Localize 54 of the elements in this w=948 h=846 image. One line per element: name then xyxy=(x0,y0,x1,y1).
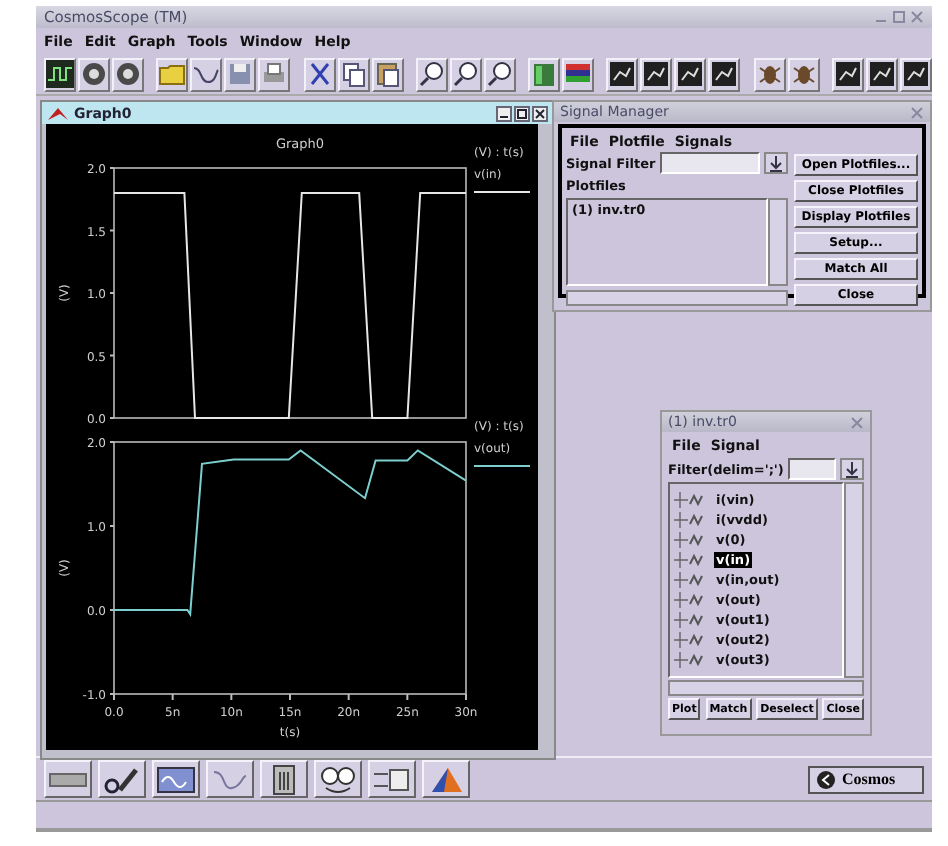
tick-mark xyxy=(289,693,291,701)
calculator-icon[interactable] xyxy=(260,760,308,798)
vertical-scrollbar[interactable] xyxy=(768,198,788,286)
tick-mark xyxy=(109,354,115,357)
dark-chart-icon[interactable] xyxy=(606,57,639,91)
horizontal-scrollbar[interactable] xyxy=(668,680,864,696)
color-bars-icon[interactable] xyxy=(562,57,595,91)
scissors-icon[interactable] xyxy=(303,57,336,91)
zoom-out-icon[interactable] xyxy=(483,57,516,91)
folder-icon[interactable] xyxy=(156,57,189,91)
printer-icon[interactable] xyxy=(258,57,291,91)
dropdown-arrow-icon[interactable] xyxy=(840,458,864,480)
tick-mark xyxy=(109,167,115,169)
dark-chart-icon[interactable] xyxy=(865,57,898,91)
curve-icon[interactable] xyxy=(190,57,223,91)
tick-mark xyxy=(109,609,115,611)
tick-mark xyxy=(109,441,115,443)
horizontal-scrollbar[interactable] xyxy=(566,290,788,306)
dark-chart-icon[interactable] xyxy=(831,57,864,91)
waveform-window-icon[interactable] xyxy=(152,760,200,798)
tick-mark xyxy=(465,693,467,701)
filter-field[interactable] xyxy=(659,152,760,174)
tick-mark xyxy=(347,693,350,701)
zoom-in-icon[interactable] xyxy=(415,57,448,91)
minimize-icon[interactable] xyxy=(496,105,512,121)
bar-icon[interactable] xyxy=(44,760,92,798)
dark-chart-icon[interactable] xyxy=(708,57,741,91)
maximize-icon[interactable] xyxy=(514,105,530,121)
filter-field[interactable] xyxy=(787,458,836,480)
tick-mark xyxy=(406,693,409,701)
dark-chart-icon[interactable] xyxy=(640,57,673,91)
copy-icon[interactable] xyxy=(337,57,370,91)
bug-icon[interactable] xyxy=(753,57,786,91)
cosmos-button[interactable]: Cosmos xyxy=(808,765,924,793)
bug-icon[interactable] xyxy=(787,57,820,91)
tick-mark xyxy=(230,693,233,701)
curve-icon[interactable] xyxy=(206,760,254,798)
tick-mark xyxy=(109,229,115,232)
dark-chart-icon[interactable] xyxy=(674,57,707,91)
dropdown-arrow-icon[interactable] xyxy=(764,152,788,174)
magnifier-icon[interactable] xyxy=(449,57,482,91)
dark-chart-icon[interactable] xyxy=(899,57,932,91)
cone-icon[interactable] xyxy=(422,760,470,798)
pencil-icon[interactable] xyxy=(98,760,146,798)
connector-icon[interactable] xyxy=(368,760,416,798)
close-icon[interactable] xyxy=(532,105,548,121)
tick-mark xyxy=(171,693,174,701)
vertical-scrollbar[interactable] xyxy=(844,482,864,678)
paste-icon[interactable] xyxy=(371,57,404,91)
tick-mark xyxy=(109,417,115,419)
tick-mark xyxy=(109,292,115,294)
waveform-icon[interactable] xyxy=(44,57,76,91)
logo-icon xyxy=(816,769,836,789)
tick-mark xyxy=(109,525,115,527)
